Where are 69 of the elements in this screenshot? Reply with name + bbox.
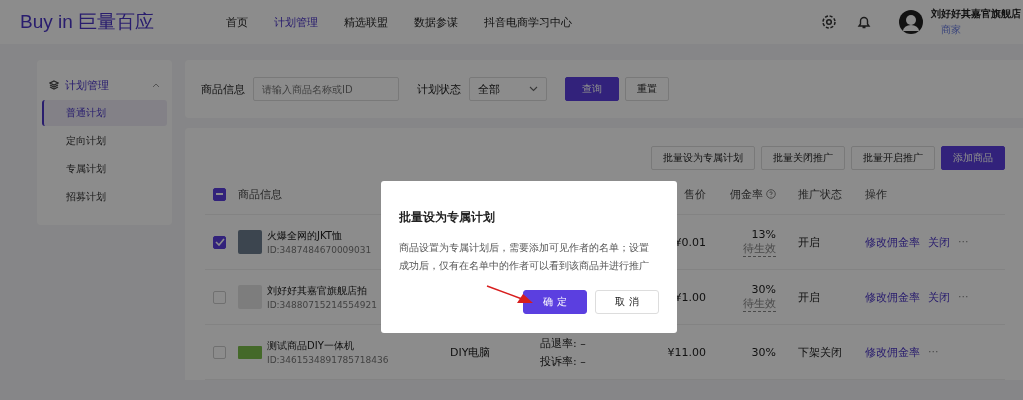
select-all-checkbox[interactable] [213,187,226,201]
filter-button[interactable]: 查询 [565,77,619,101]
action-link[interactable]: 修改佣金率 [865,234,920,250]
logo[interactable]: Buy in 巨量百应 [20,9,202,35]
product-id: ID:34880715214554921 [267,300,377,310]
product-name: 测试商品DIY一体机 [267,339,355,353]
field-label: 商品信息 [201,81,245,97]
menu-group-label: 计划管理 [65,77,110,93]
toolbar-button[interactable]: 批量关闭推广 [761,146,845,170]
more-link[interactable]: ··· [958,234,969,250]
nav-tab[interactable]: 计划管理 [274,14,318,30]
column-header: 佣金率 [730,186,763,202]
product-name: 火爆全网的JKT恤 [267,229,343,243]
commission-cell: 30% [751,282,776,296]
column-header: 售价 [684,186,706,202]
commission-cell: 13% [751,227,776,241]
column-header: 推广状态 [797,186,843,202]
help-icon[interactable] [766,189,776,199]
user-name: 刘好好其嘉官旗舰店 [931,7,1022,21]
menu-group[interactable]: 计划管理 [37,70,172,100]
chevron-down-icon [529,86,538,92]
sidebar-item[interactable]: 普通计划 [42,100,167,126]
column-header: 商品信息 [238,186,283,202]
commission-cell: 30% [751,345,776,359]
toolbar-button[interactable]: 批量开启推广 [851,146,935,170]
product-name: 刘好好其嘉官旗舰店拍 [267,284,368,298]
nav-tab[interactable]: 抖音电商学习中心 [484,14,572,30]
status-cell: 开启 [798,235,820,249]
sidebar-item[interactable]: 专属计划 [42,156,167,182]
product-id: ID:3487484670009031 [267,245,372,255]
row-checkbox[interactable] [213,235,226,249]
action-link[interactable]: 关闭 [928,234,950,250]
layers-icon [49,80,59,90]
status-select[interactable]: 全部 [469,77,547,101]
more-link[interactable]: ··· [928,344,939,360]
sidebar-item[interactable]: 定向计划 [42,128,167,154]
arrow-annotation [486,285,534,305]
action-link[interactable]: 修改佣金率 [865,289,920,305]
price-cell: ¥11.00 [667,345,706,359]
sidebar-item[interactable]: 招募计划 [42,184,167,210]
category-cell: DIY电脑 [450,345,491,359]
nav-tab[interactable]: 首页 [226,14,248,30]
dialog-button[interactable]: 取 消 [595,290,659,314]
status-cell: 开启 [798,290,820,304]
column-header: 操作 [865,186,888,202]
action-link[interactable]: 修改佣金率 [865,344,920,360]
product-id: ID:3461534891785718436 [267,355,389,365]
rate-text: 品退率: – [540,335,587,351]
toolbar-button[interactable]: 批量设为专属计划 [651,146,755,170]
dialog-title: 批量设为专属计划 [399,209,496,226]
filter-button[interactable]: 重置 [625,77,669,101]
role-tag: 商家 [931,23,961,37]
dialog-button[interactable]: 确 定 [523,290,587,314]
search-field[interactable]: 请输入商品名称或ID [253,77,399,101]
nav-tab[interactable]: 数据参谋 [414,14,458,30]
toolbar-button[interactable]: 添加商品 [941,146,1005,170]
nav-tab[interactable]: 精选联盟 [344,14,388,30]
status-cell: 下架关闭 [798,345,842,359]
settings-icon[interactable] [821,14,837,30]
avatar-icon[interactable] [899,10,923,34]
bell-icon[interactable] [856,14,872,30]
pending-tag: 待生效 [743,295,776,312]
field-label: 计划状态 [417,81,461,97]
more-link[interactable]: ··· [958,289,969,305]
rate-text: 投诉率: – [540,353,587,369]
action-link[interactable]: 关闭 [928,289,950,305]
photo-placeholder [238,230,262,254]
dialog-text: 商品设置为专属计划后，需要添加可见作者的名单；设置成功后，仅有在名单中的作者可以看到该商品并进行推广 [399,240,650,273]
pending-tag: 待生效 [743,240,776,257]
